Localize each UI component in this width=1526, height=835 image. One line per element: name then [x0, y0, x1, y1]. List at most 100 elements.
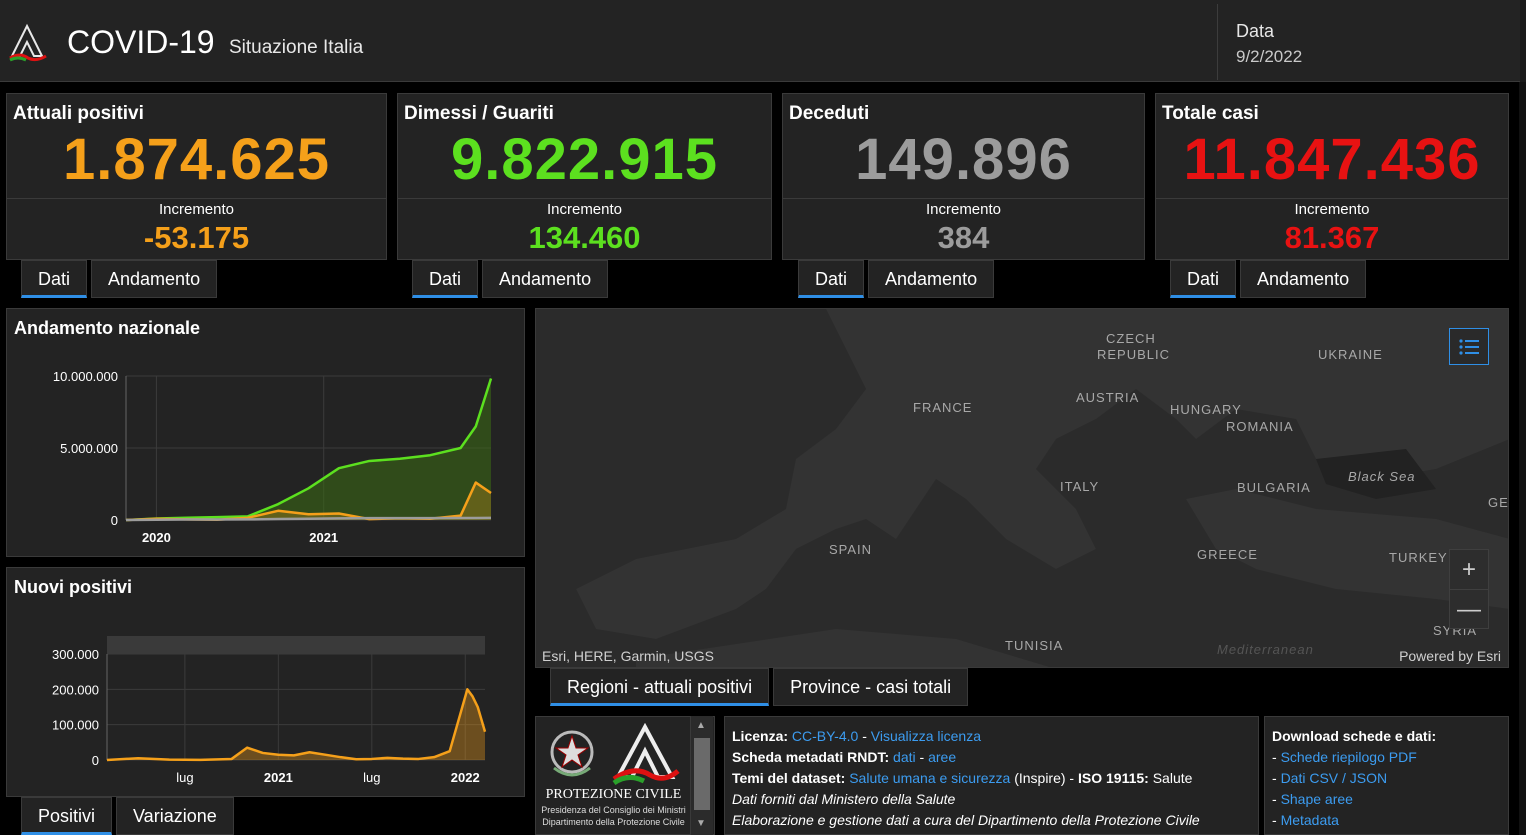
- x-tick-label: 2022: [451, 770, 480, 785]
- y-tick-label: 100.000: [52, 718, 99, 733]
- footer-logo-panel: PROTEZIONE CIVILE Presidenza del Consigl…: [535, 716, 715, 835]
- tab-andamento[interactable]: Andamento: [1240, 260, 1367, 298]
- downloads-title: Download schede e dati:: [1272, 728, 1437, 744]
- licenza-label: Licenza:: [732, 728, 789, 744]
- download-metadata-link[interactable]: Metadata: [1281, 812, 1339, 828]
- zoom-out-button[interactable]: —: [1450, 590, 1488, 630]
- tab-andamento[interactable]: Andamento: [868, 260, 995, 298]
- header-divider: [1217, 4, 1218, 80]
- card-value: 9.822.915: [450, 127, 719, 192]
- map-view[interactable]: CZECH REPUBLIC UKRAINE FRANCE AUSTRIA HU…: [535, 308, 1509, 668]
- info-temi-row: Temi del dataset: Salute umana e sicurez…: [732, 768, 1251, 789]
- temi-label: Temi del dataset:: [732, 770, 846, 786]
- card-increment-label: Incremento: [1294, 201, 1370, 218]
- info-licenza-row: Licenza: CC-BY-4.0 - Visualizza licenza: [732, 726, 1251, 747]
- map-label: AUSTRIA: [1076, 390, 1140, 405]
- scroll-down-icon[interactable]: ▼: [696, 818, 706, 829]
- map-label: BULGARIA: [1237, 480, 1311, 495]
- y-tick-label: 10.000.000: [53, 369, 118, 384]
- tab-positivi[interactable]: Positivi: [21, 797, 113, 835]
- x-tick-label: 2020: [142, 530, 171, 545]
- chart-panel-andamento: Andamento nazionale 10.000.000 5.000.000 0…: [6, 308, 525, 557]
- chart-tabs: Positivi Variazione: [21, 797, 234, 835]
- card-increment-value: -53.175: [143, 220, 250, 255]
- y-tick-label: 300.000: [52, 647, 99, 662]
- scheda-aree-link[interactable]: aree: [928, 749, 956, 765]
- map-label: GREECE: [1197, 547, 1258, 562]
- protezione-civile-emblem-icon: [612, 723, 680, 785]
- app-subtitle: Situazione Italia: [229, 37, 364, 58]
- card-totale-casi: Totale casi 11.847.436 Incremento 81.367: [1155, 93, 1509, 260]
- download-item: - Schede riepilogo PDF: [1272, 749, 1417, 765]
- tab-province-casi-totali[interactable]: Province - casi totali: [773, 668, 969, 706]
- map-label: TUNISIA: [1005, 638, 1064, 653]
- legend-list-button[interactable]: [1449, 328, 1489, 365]
- date-value: 9/2/2022: [1236, 47, 1303, 66]
- card-divider: [1156, 198, 1508, 199]
- card-dimessi-guariti: Dimessi / Guariti 9.822.915 Incremento 1…: [397, 93, 772, 260]
- map-label: CZECH: [1106, 331, 1156, 346]
- map-label: Mediterranean: [1217, 642, 1314, 657]
- download-item: - Dati CSV / JSON: [1272, 770, 1388, 786]
- logo-line-1: Presidenza del Consiglio dei Ministri: [541, 805, 686, 815]
- x-tick-label: 2021: [264, 770, 293, 785]
- scroll-up-icon[interactable]: ▲: [696, 720, 706, 731]
- map-label: UKRAINE: [1318, 347, 1383, 362]
- tab-regioni-attuali-positivi[interactable]: Regioni - attuali positivi: [550, 668, 770, 706]
- map-label: ROMANIA: [1226, 419, 1294, 434]
- download-schede-pdf-link[interactable]: Schede riepilogo PDF: [1281, 749, 1417, 765]
- tab-variazione[interactable]: Variazione: [116, 797, 234, 835]
- temi-suffix: (Inspire) -: [1010, 770, 1078, 786]
- visualizza-licenza-link[interactable]: Visualizza licenza: [871, 728, 981, 744]
- tab-andamento[interactable]: Andamento: [482, 260, 609, 298]
- scheda-dati-link[interactable]: dati: [893, 749, 916, 765]
- card-tabs-deceduti: Dati Andamento: [798, 260, 995, 298]
- y-tick-label: 200.000: [52, 682, 99, 697]
- tab-dati[interactable]: Dati: [798, 260, 865, 298]
- tab-dati[interactable]: Dati: [21, 260, 88, 298]
- map-label: Black Sea: [1348, 469, 1416, 484]
- card-tabs-attuali: Dati Andamento: [21, 260, 218, 298]
- card-tabs-totale: Dati Andamento: [1170, 260, 1367, 298]
- map-label: REPUBLIC: [1097, 347, 1171, 362]
- card-title: Dimessi / Guariti: [404, 103, 554, 124]
- card-deceduti: Deceduti 149.896 Incremento 384: [782, 93, 1145, 260]
- iso-value: Salute: [1148, 770, 1193, 786]
- x-tick-label: lug: [363, 770, 380, 785]
- chart-scale-band: [107, 636, 485, 654]
- tab-dati[interactable]: Dati: [412, 260, 479, 298]
- card-increment-value: 134.460: [528, 220, 641, 255]
- iso-label: ISO 19115:: [1078, 770, 1149, 786]
- tab-andamento[interactable]: Andamento: [91, 260, 218, 298]
- footer-info-panel: Licenza: CC-BY-4.0 - Visualizza licenza …: [724, 716, 1259, 835]
- card-divider: [7, 198, 386, 199]
- legend-list-icon: [1459, 338, 1479, 355]
- map-label: SPAIN: [829, 542, 873, 557]
- right-edge-bar: [1519, 82, 1526, 835]
- licenza-sep: -: [858, 728, 871, 744]
- temi-link[interactable]: Salute umana e sicurezza: [849, 770, 1010, 786]
- tab-dati[interactable]: Dati: [1170, 260, 1237, 298]
- y-tick-label: 0: [92, 753, 99, 768]
- map-label: GEO: [1488, 495, 1509, 510]
- info-line-ministero: Dati forniti dal Ministero della Salute: [732, 791, 956, 807]
- logo-line-2: Dipartimento della Protezione Civile: [542, 817, 685, 827]
- download-csv-json-link[interactable]: Dati CSV / JSON: [1281, 770, 1388, 786]
- zoom-control: + —: [1449, 549, 1489, 629]
- download-shape-aree-link[interactable]: Shape aree: [1281, 791, 1353, 807]
- card-increment-label: Incremento: [925, 201, 1002, 218]
- x-tick-label: lug: [176, 770, 193, 785]
- info-line-elaborazione: Elaborazione e gestione dati a cura del …: [732, 812, 1200, 828]
- card-increment-value: 81.367: [1284, 220, 1380, 255]
- zoom-in-button[interactable]: +: [1450, 550, 1488, 590]
- card-divider: [398, 198, 771, 199]
- card-divider: [783, 198, 1144, 199]
- map-powered-by[interactable]: Powered by Esri: [1399, 648, 1501, 664]
- info-scheda-row: Scheda metadati RNDT: dati - aree: [732, 747, 1251, 768]
- y-tick-label: 0: [111, 513, 118, 528]
- licenza-link[interactable]: CC-BY-4.0: [792, 728, 858, 744]
- chart-andamento-nazionale[interactable]: 10.000.000 5.000.000 0 2020 2021: [7, 309, 526, 558]
- scrollbar-thumb[interactable]: [694, 738, 710, 810]
- chart-nuovi-positivi[interactable]: 300.000 200.000 100.000 0 lug 2021 lug 2022: [7, 568, 526, 798]
- footer-scrollbar[interactable]: ▲ ▼: [690, 716, 713, 835]
